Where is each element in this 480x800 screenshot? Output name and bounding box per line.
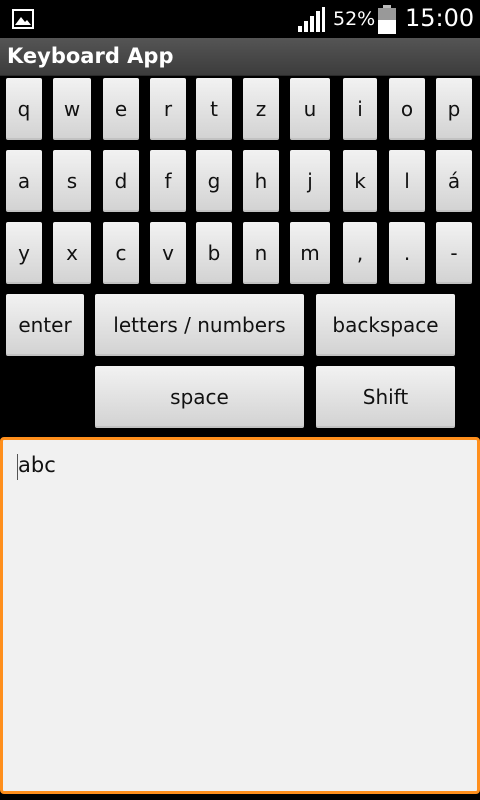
key-v[interactable]: v: [150, 222, 186, 284]
shift-key[interactable]: Shift: [316, 366, 455, 428]
key-x[interactable]: x: [53, 222, 91, 284]
text-input-value: abc: [18, 453, 56, 477]
key-m[interactable]: m: [290, 222, 330, 284]
key-r[interactable]: r: [150, 78, 186, 140]
battery-percent: 52%: [333, 8, 376, 30]
app-title: Keyboard App: [7, 44, 174, 68]
key-f[interactable]: f: [150, 150, 186, 212]
key-i[interactable]: i: [343, 78, 377, 140]
key-q[interactable]: q: [6, 78, 42, 140]
signal-icon: [298, 7, 325, 32]
key-s[interactable]: s: [53, 150, 91, 212]
status-clock: 15:00: [405, 4, 475, 32]
key-u[interactable]: u: [290, 78, 330, 140]
key-b[interactable]: b: [196, 222, 232, 284]
battery-icon: [378, 5, 396, 34]
key-z[interactable]: z: [243, 78, 279, 140]
key-e[interactable]: e: [103, 78, 139, 140]
key-d[interactable]: d: [103, 150, 139, 212]
key-g[interactable]: g: [196, 150, 232, 212]
key-l[interactable]: l: [389, 150, 425, 212]
status-bar: 52% 15:00: [0, 0, 480, 38]
key-n[interactable]: n: [243, 222, 279, 284]
text-input-field[interactable]: abc: [0, 437, 480, 794]
enter-key[interactable]: enter: [6, 294, 84, 356]
key-period[interactable]: .: [389, 222, 425, 284]
letters-numbers-toggle-key[interactable]: letters / numbers: [95, 294, 304, 356]
action-bar: Keyboard App: [0, 38, 480, 76]
key-t[interactable]: t: [196, 78, 232, 140]
key-o[interactable]: o: [389, 78, 425, 140]
key-a-acute[interactable]: á: [436, 150, 472, 212]
key-c[interactable]: c: [103, 222, 139, 284]
key-h[interactable]: h: [243, 150, 279, 212]
key-j[interactable]: j: [290, 150, 330, 212]
gallery-icon: [12, 9, 34, 29]
key-comma[interactable]: ,: [343, 222, 377, 284]
key-hyphen[interactable]: -: [436, 222, 472, 284]
backspace-key[interactable]: backspace: [316, 294, 455, 356]
key-k[interactable]: k: [343, 150, 377, 212]
key-a[interactable]: a: [6, 150, 42, 212]
key-y[interactable]: y: [6, 222, 42, 284]
key-w[interactable]: w: [53, 78, 91, 140]
key-p[interactable]: p: [436, 78, 472, 140]
space-key[interactable]: space: [95, 366, 304, 428]
